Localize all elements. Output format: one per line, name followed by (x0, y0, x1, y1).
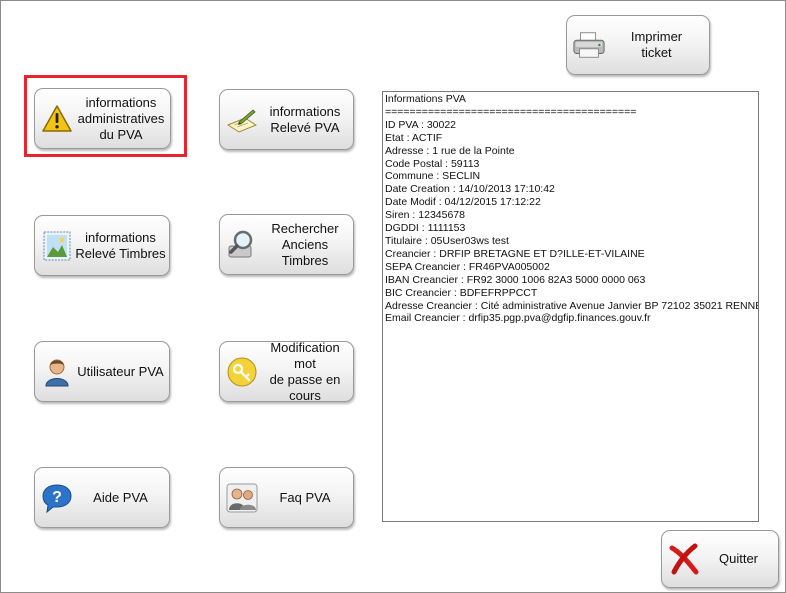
print-ticket-button[interactable]: Imprimer ticket (566, 15, 710, 75)
user-pva-label: Utilisateur PVA (77, 363, 164, 379)
search-old-stamps-label: Rechercher Anciens Timbres (271, 220, 339, 268)
user-pva-button[interactable]: Utilisateur PVA (34, 341, 170, 402)
info-line: Siren : 12345678 (385, 209, 465, 222)
info-line: Informations PVA (385, 93, 466, 105)
info-line: Titulaire : 05User03ws test (385, 234, 509, 247)
red-x-icon (667, 542, 701, 576)
info-line: Commune : SECLIN (385, 170, 481, 183)
people-icon (225, 481, 259, 515)
app-window: informations administratives du PVA info… (0, 0, 786, 593)
info-releve-timbres-button[interactable]: informations Relevé Timbres (34, 215, 170, 276)
info-line: BIC Creancier : BDFEFRPPCCT (385, 286, 538, 299)
info-line: ========================================… (385, 105, 637, 118)
info-releve-pva-button[interactable]: informations Relevé PVA (219, 89, 354, 150)
info-line: Email Creancier : drfip35.pgp.pva@dgfip.… (385, 312, 651, 325)
info-line: Code Postal : 59113 (385, 157, 480, 170)
help-pva-button[interactable]: ? Aide PVA (34, 467, 170, 528)
quit-label: Quitter (718, 551, 758, 566)
info-line: Date Modif : 04/12/2015 17:12:22 (385, 196, 541, 209)
stamp-picture-icon (40, 229, 74, 263)
info-line: Adresse : 1 rue de la Pointe (385, 144, 515, 157)
svg-text:?: ? (52, 489, 62, 506)
quit-button[interactable]: Quitter (661, 530, 779, 588)
print-ticket-label: Imprimer ticket (630, 29, 683, 60)
key-icon (225, 355, 259, 389)
info-line: IBAN Creancier : FR92 3000 1006 82A3 500… (385, 273, 646, 286)
user-icon (40, 355, 74, 389)
faq-pva-label: Faq PVA (279, 489, 331, 505)
info-line: Adresse Creancier : Cité administrative … (385, 299, 759, 312)
faq-pva-button[interactable]: Faq PVA (219, 467, 354, 528)
signing-document-icon (225, 103, 259, 137)
help-icon: ? (40, 481, 74, 515)
info-line: DGDDI : 1111153 (385, 222, 466, 235)
info-releve-pva-label: informations Relevé PVA (269, 103, 341, 135)
info-text-panel[interactable]: Informations PVA ========================… (382, 91, 759, 522)
info-line: Etat : ACTIF (385, 131, 443, 144)
help-pva-label: Aide PVA (93, 489, 148, 505)
info-line: SEPA Creancier : FR46PVA005002 (385, 260, 550, 273)
info-line: Creancier : DRFIP BRETAGNE ET D?ILLE-ET-… (385, 247, 645, 260)
info-admin-button[interactable]: informations administratives du PVA (34, 88, 171, 149)
info-admin-label: informations administratives du PVA (77, 94, 165, 142)
warning-icon (40, 102, 74, 136)
info-line: ID PVA : 30022 (385, 118, 457, 131)
printer-icon (572, 28, 606, 62)
info-releve-timbres-label: informations Relevé Timbres (75, 229, 166, 261)
magnifier-icon (225, 228, 259, 262)
info-line: Date Creation : 14/10/2013 17:10:42 (385, 183, 555, 196)
change-password-label: Modification mot de passe en cours (269, 339, 341, 403)
change-password-button[interactable]: Modification mot de passe en cours (219, 339, 354, 403)
search-old-stamps-button[interactable]: Rechercher Anciens Timbres (219, 214, 354, 275)
